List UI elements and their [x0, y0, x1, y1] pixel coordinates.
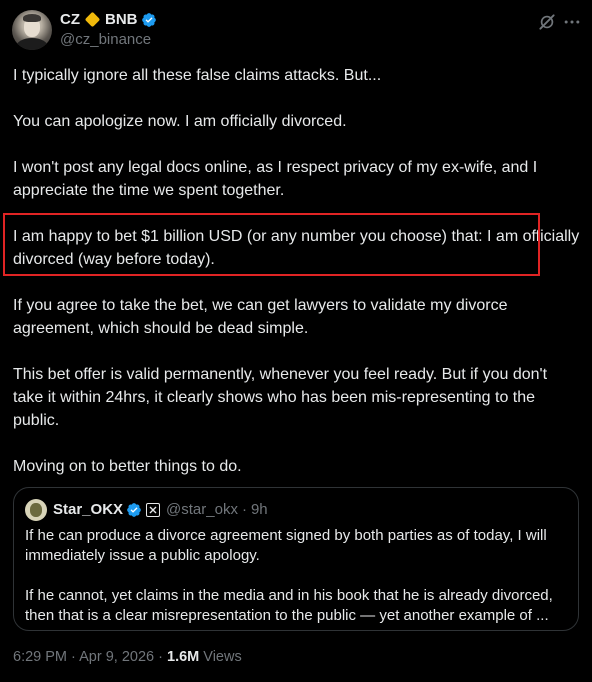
author-name-suffix[interactable]: BNB: [105, 11, 138, 28]
views-count[interactable]: 1.6M: [167, 649, 199, 665]
post-date[interactable]: Apr 9, 2026: [79, 649, 154, 665]
quote-author-handle[interactable]: @star_okx: [166, 501, 238, 518]
post-meta: 6:29 PM · Apr 9, 2026 · 1.6M Views: [13, 649, 242, 665]
quote-verified-badge-icon: [127, 502, 141, 517]
views-label: Views: [203, 649, 242, 665]
author-name[interactable]: CZ: [60, 11, 80, 28]
post-time[interactable]: 6:29 PM: [13, 649, 67, 665]
quote-body: If he can produce a divorce agreement si…: [25, 526, 569, 626]
quote-author-name[interactable]: Star_OKX: [53, 501, 123, 518]
post-paragraph: Moving on to better things to do.: [13, 458, 242, 475]
post-body: I typically ignore all these false claim…: [13, 64, 581, 478]
post-paragraph: I won't post any legal docs online, as I…: [13, 159, 538, 199]
post-paragraph: This bet offer is valid permanently, whe…: [13, 366, 548, 429]
more-options-icon[interactable]: [562, 12, 582, 32]
meta-separator: ·: [71, 649, 76, 665]
author-name-row[interactable]: CZ BNB: [60, 11, 157, 28]
affiliate-x-badge-icon: [146, 502, 161, 517]
quote-paragraph: If he cannot, yet claims in the media an…: [25, 587, 553, 624]
author-handle[interactable]: @cz_binance: [60, 31, 151, 48]
post: CZ BNB @cz_binance I typically ignore al…: [0, 0, 592, 682]
quote-timestamp[interactable]: 9h: [251, 501, 268, 518]
post-paragraph: You can apologize now. I am officially d…: [13, 113, 347, 130]
post-paragraph: If you agree to take the bet, we can get…: [13, 297, 508, 337]
post-paragraph-highlighted: I am happy to bet $1 billion USD (or any…: [13, 228, 580, 268]
verified-badge-icon: [141, 12, 156, 27]
quote-author-avatar[interactable]: [25, 499, 47, 521]
meta-separator: ·: [158, 649, 163, 665]
post-paragraph: I typically ignore all these false claim…: [13, 67, 382, 84]
bnb-diamond-icon: [84, 11, 101, 28]
grok-icon[interactable]: [537, 12, 557, 32]
quote-header: Star_OKX @star_okx · 9h: [53, 501, 268, 518]
quoted-post[interactable]: Star_OKX @star_okx · 9h If he can produc…: [13, 487, 579, 631]
author-avatar[interactable]: [12, 10, 52, 50]
quote-separator: ·: [241, 501, 247, 518]
quote-paragraph: If he can produce a divorce agreement si…: [25, 527, 547, 564]
